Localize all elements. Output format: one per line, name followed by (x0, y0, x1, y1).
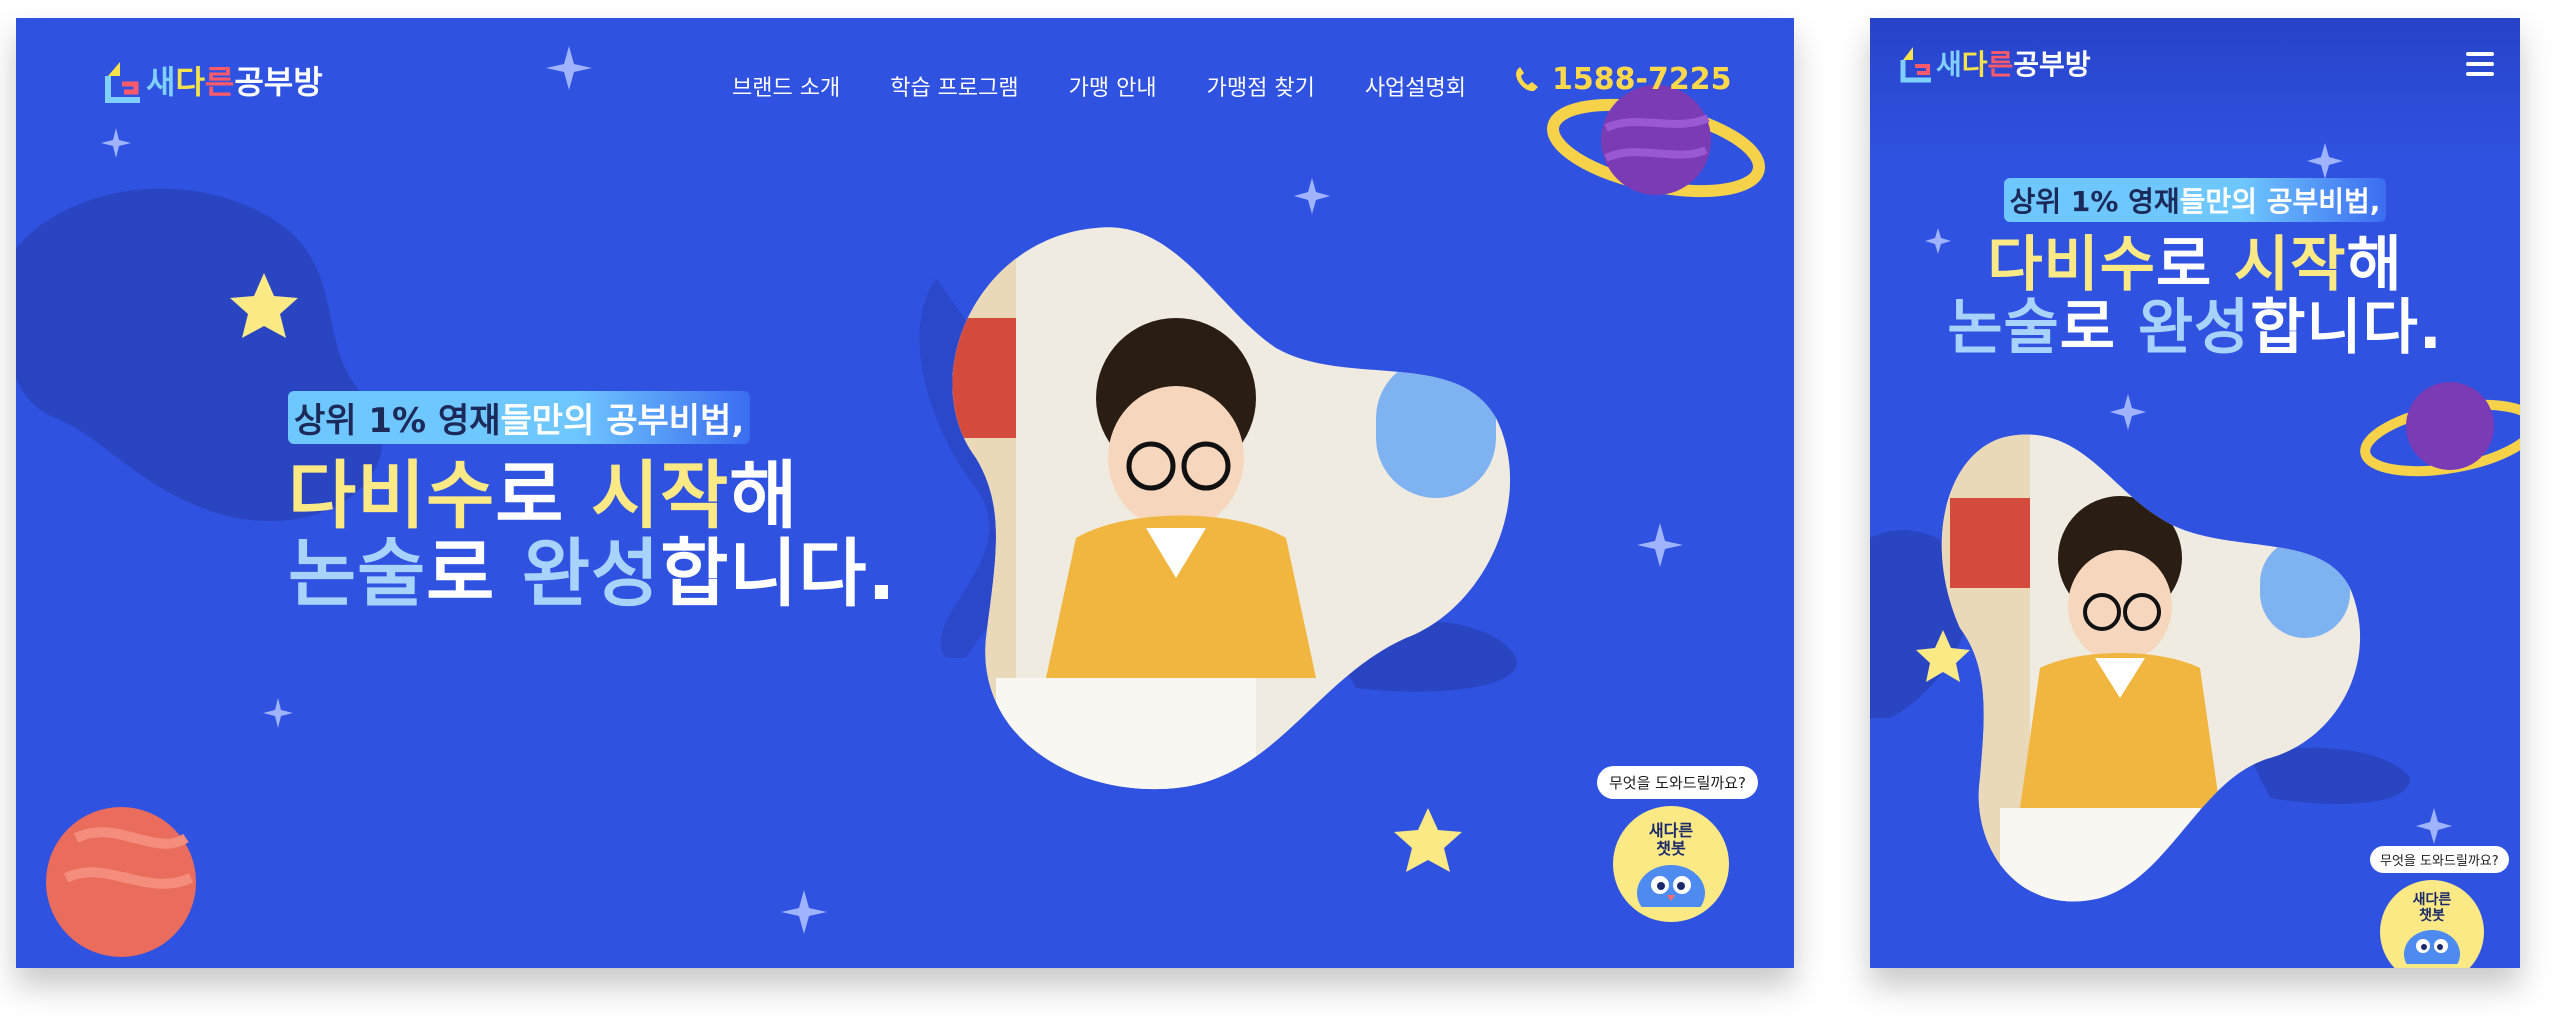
tagline-highlight: 상위 1% 영재 (2009, 185, 2180, 218)
heading-word: 합니다. (2250, 293, 2443, 363)
heading-word: 논술 (1947, 293, 2060, 363)
background-decoration (16, 46, 1766, 957)
hamburger-menu-icon[interactable] (2466, 52, 2494, 76)
logo-text-reun: 른 (204, 63, 235, 101)
mobile-preview: 새 다 른 공부방 상위 1% 영재들만의 공부비법, 다비수로 시작해 논술로 완성… (1870, 18, 2520, 968)
chatbot-name-2: 챗봇 (1656, 839, 1686, 859)
logo-text-sae: 새 (146, 63, 176, 101)
chatbot-mascot-icon (2404, 930, 2460, 968)
heading-word: 다비수 (288, 453, 496, 539)
logo-house-icon (1900, 47, 1931, 83)
main-nav: 브랜드 소개 학습 프로그램 가맹 안내 가맹점 찾기 사업설명회 (732, 70, 1466, 102)
hero-heading: 다비수로 시작해 논술로 완성합니다. (1870, 234, 2520, 360)
chatbot-button[interactable]: 새다른 챗봇 (1613, 806, 1729, 922)
heading-word: 해 (729, 453, 799, 539)
chatbot-mascot-icon (1637, 864, 1705, 921)
phone-number: 1588-7225 (1552, 62, 1732, 97)
tagline-highlight: 상위 1% 영재 (294, 401, 501, 441)
heading-word: 완성 (522, 530, 661, 617)
hero-tagline: 상위 1% 영재들만의 공부비법, (2003, 178, 2387, 222)
desktop-preview: 새 다 른 공부방 브랜드 소개 학습 프로그램 가맹 안내 가맹점 찾기 사업설명회… (16, 18, 1794, 968)
background-decoration (1870, 143, 2520, 902)
hero-text: 상위 1% 영재들만의 공부비법, 다비수로 시작해 논술로 완성합니다. (1870, 178, 2520, 360)
heading-word: 시작 (2234, 230, 2347, 300)
logo-text-reun: 른 (1987, 48, 2014, 81)
logo-house-icon (105, 62, 140, 103)
chatbot-bubble[interactable]: 무엇을 도와드릴까요? (2370, 846, 2509, 873)
nav-item-program[interactable]: 학습 프로그램 (890, 70, 1018, 102)
tagline-rest: 들만의 공부비법, (500, 401, 745, 441)
nav-item-franchise-info[interactable]: 가맹 안내 (1069, 70, 1157, 102)
logo-text-rest: 공부방 (234, 63, 323, 101)
chatbot-label: 새다른 챗봇 (1613, 806, 1729, 859)
heading-word: 로 (2155, 230, 2235, 300)
heading-word: 시작 (591, 453, 730, 539)
nav-item-briefing[interactable]: 사업설명회 (1365, 70, 1466, 102)
star-icon (1394, 808, 1462, 872)
hero-heading-line2: 논술로 완성합니다. (288, 535, 897, 614)
hero-heading-line1: 다비수로 시작해 (1870, 234, 2520, 297)
hero-photo (1941, 434, 2361, 902)
chatbot-name-1: 새다른 (2412, 892, 2452, 908)
phone-link[interactable]: 1588-7225 (1512, 62, 1731, 97)
logo-text-sae: 새 (1936, 48, 1962, 81)
tagline-rest: 들만의 공부비법, (2179, 185, 2381, 218)
heading-word: 다비수 (1987, 230, 2156, 300)
chatbot-name-2: 챗봇 (2419, 908, 2445, 925)
nav-item-find-branch[interactable]: 가맹점 찾기 (1207, 70, 1315, 102)
logo-text-da: 다 (1961, 48, 1988, 81)
brand-logo[interactable]: 새 다 른 공부방 (102, 56, 323, 104)
hero-tagline: 상위 1% 영재들만의 공부비법, (288, 391, 751, 444)
heading-word: 해 (2346, 230, 2403, 300)
hero-heading: 다비수로 시작해 논술로 완성합니다. (288, 457, 897, 614)
heading-word: 합니다. (660, 530, 897, 617)
nav-item-brand[interactable]: 브랜드 소개 (732, 70, 840, 102)
hero-text: 상위 1% 영재들만의 공부비법, 다비수로 시작해 논술로 완성합니다. (288, 391, 897, 613)
chatbot-bubble[interactable]: 무엇을 도와드릴까요? (1597, 766, 1758, 799)
chatbot-button[interactable]: 새다른 챗봇 (2380, 880, 2484, 968)
hero-heading-line1: 다비수로 시작해 (288, 457, 897, 536)
hero-heading-line2: 논술로 완성합니다. (1870, 297, 2520, 360)
brand-logo[interactable]: 새 다 른 공부방 (1898, 42, 2091, 84)
heading-word: 논술 (288, 530, 427, 617)
logo-text-rest: 공부방 (2013, 48, 2091, 81)
phone-icon (1516, 66, 1538, 91)
chatbot-name-1: 새다른 (1648, 821, 1694, 840)
heading-word: 완성 (2137, 293, 2251, 363)
heading-word: 로 (426, 530, 523, 617)
logo-text-da: 다 (175, 63, 205, 101)
chatbot-label: 새다른 챗봇 (2380, 880, 2484, 924)
heading-word: 로 (495, 453, 592, 539)
heading-word: 로 (2059, 293, 2138, 363)
